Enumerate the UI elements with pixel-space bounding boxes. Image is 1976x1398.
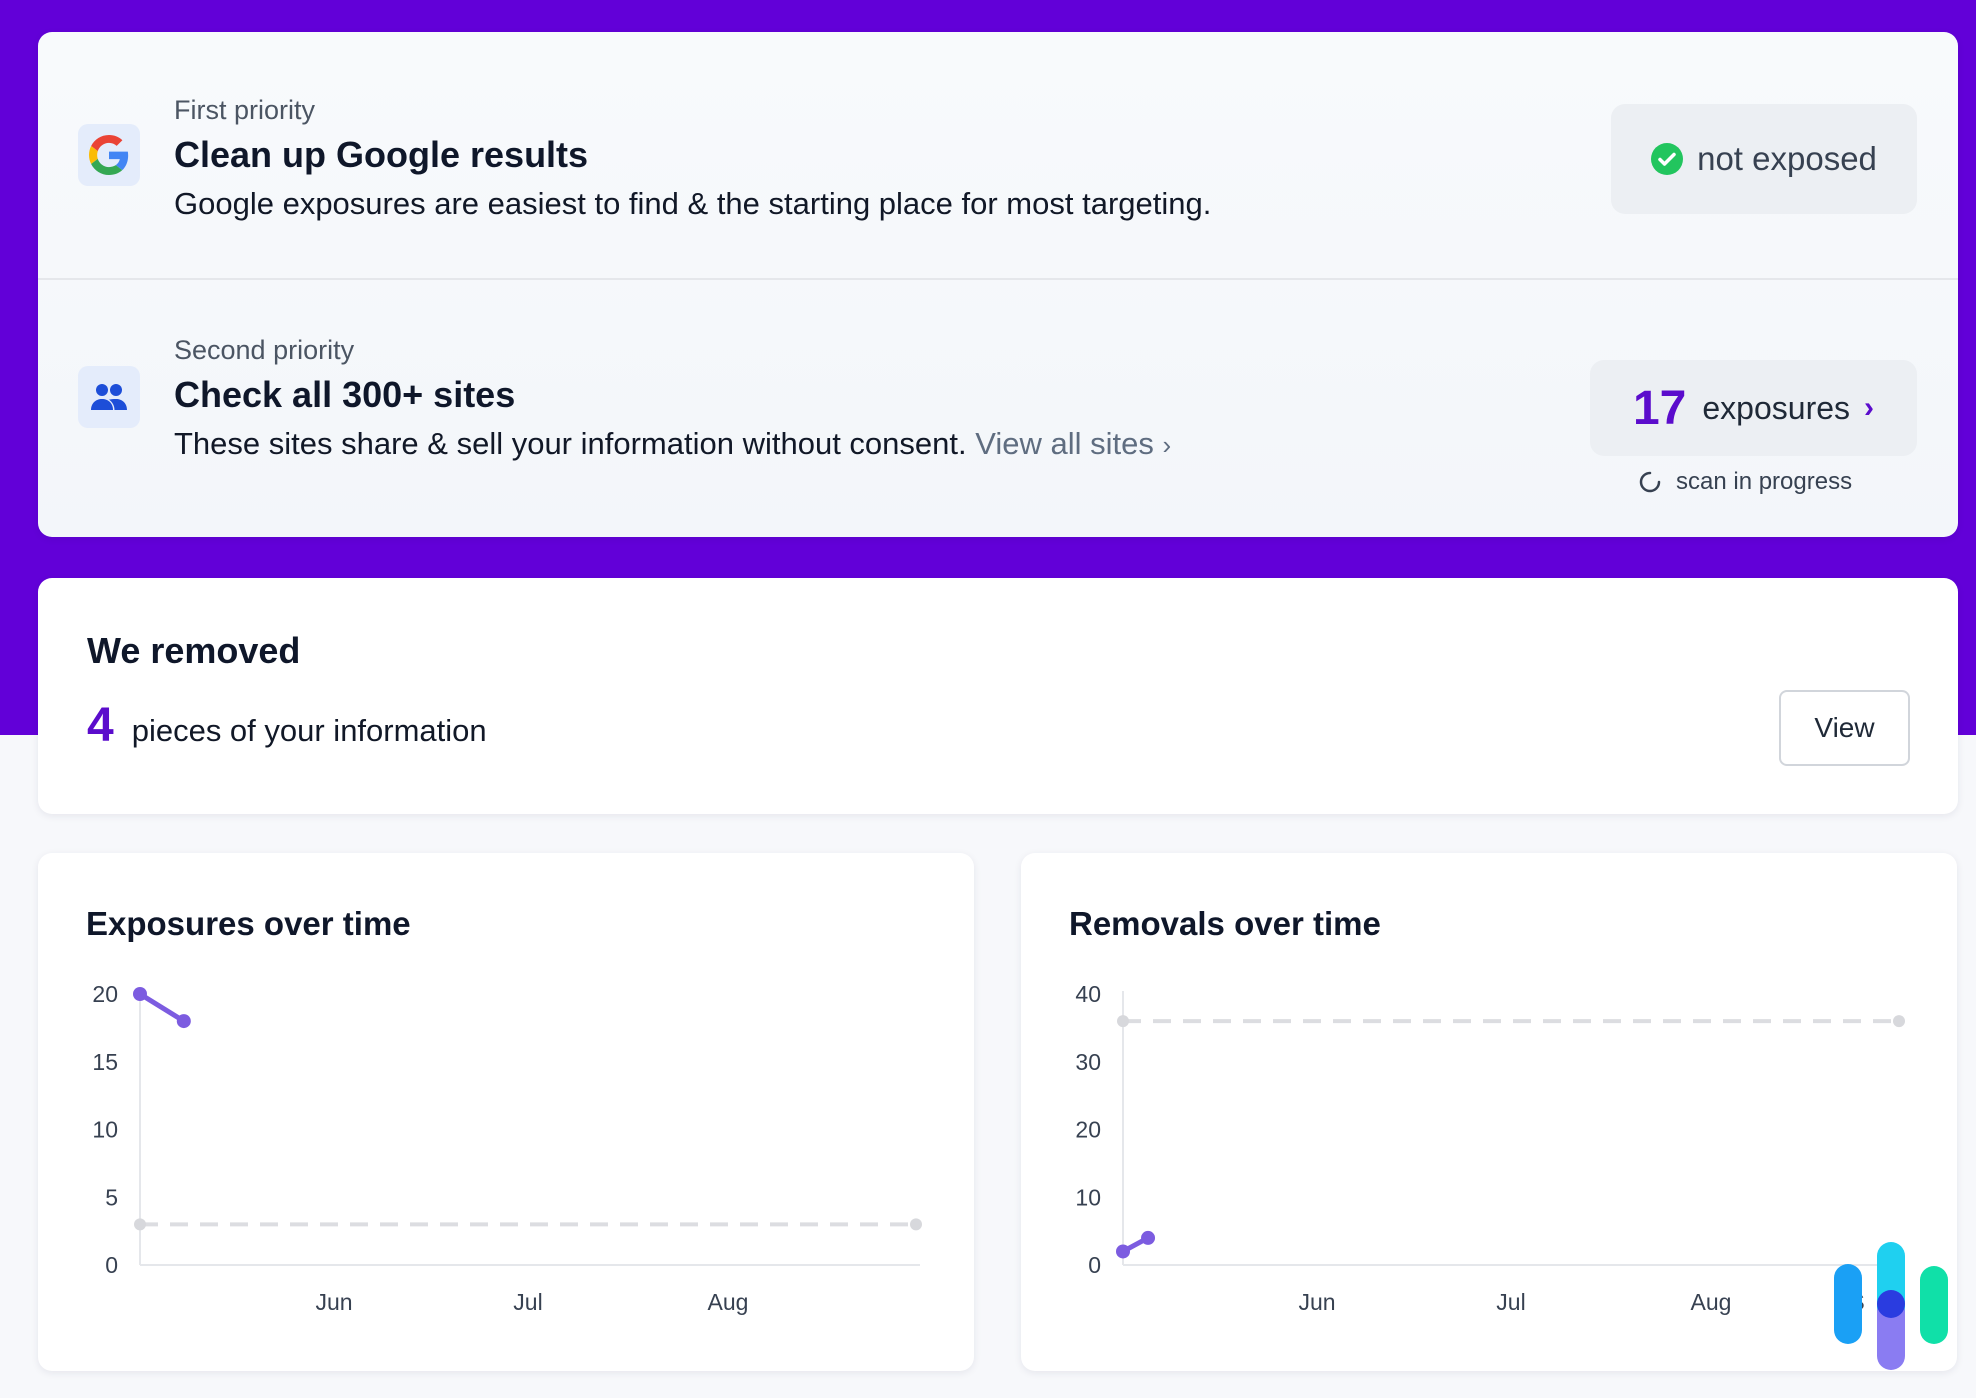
view-all-sites-link[interactable]: View all sites › — [975, 426, 1171, 461]
priority-description: These sites share & sell your informatio… — [174, 422, 1171, 467]
y-tick-label: 40 — [1075, 981, 1101, 1007]
priority-description: Google exposures are easiest to find & t… — [174, 186, 1212, 221]
priority-text: Second priority Check all 300+ sites The… — [174, 332, 1171, 467]
removed-summary: 4 pieces of your information — [87, 698, 487, 753]
x-tick-label: Aug — [1691, 1289, 1732, 1315]
scan-status: scan in progress — [1638, 468, 1852, 496]
reference-point — [910, 1218, 922, 1231]
google-icon — [78, 124, 140, 186]
priority-title: Check all 300+ sites — [174, 374, 516, 415]
y-tick-label: 0 — [105, 1252, 118, 1278]
chevron-right-icon: › — [1864, 391, 1875, 424]
status-text: not exposed — [1697, 140, 1877, 177]
data-point — [1141, 1230, 1156, 1245]
y-tick-label: 0 — [1088, 1252, 1101, 1278]
check-circle-icon — [1651, 143, 1684, 175]
spinner-icon — [1639, 471, 1661, 493]
people-icon — [78, 366, 140, 428]
exposures-chart: 0 5 10 15 20 Jun Jul Aug — [92, 981, 922, 1315]
removals-chart-card: Removals over time 010203040JunJulAugS — [1021, 853, 1957, 1371]
x-tick-label: Jul — [513, 1289, 542, 1315]
x-tick-label: Jun — [1298, 1289, 1335, 1315]
y-tick-label: 5 — [105, 1184, 118, 1210]
priority-row-sites[interactable]: Second priority Check all 300+ sites The… — [38, 280, 1958, 537]
data-point — [176, 1014, 191, 1029]
removed-text: pieces of your information — [131, 713, 487, 748]
y-tick-label: 15 — [92, 1049, 118, 1075]
y-tick-label: 20 — [1075, 1117, 1101, 1143]
x-tick-label: Aug — [708, 1289, 749, 1315]
description-text: These sites share & sell your informatio… — [174, 426, 967, 461]
exposures-chart-card: Exposures over time 0 5 10 15 20 Jun Jul Aug — [38, 853, 974, 1371]
y-tick-label: 20 — [92, 981, 118, 1007]
data-point — [1116, 1244, 1130, 1259]
y-tick-label: 10 — [92, 1117, 118, 1143]
scan-text: scan in progress — [1676, 468, 1853, 495]
priority-card: First priority Clean up Google results G… — [38, 32, 1958, 537]
series-line — [137, 991, 187, 1024]
removed-card: We removed 4 pieces of your information … — [38, 578, 1958, 814]
removed-count: 4 — [87, 699, 114, 752]
data-point — [133, 987, 147, 1001]
x-tick-label: Jun — [315, 1289, 352, 1315]
priority-label: First priority — [174, 95, 315, 125]
status-badge: not exposed — [1611, 104, 1917, 214]
reference-point — [134, 1218, 146, 1231]
y-tick-label: 10 — [1075, 1184, 1101, 1210]
priority-label: Second priority — [174, 335, 355, 365]
exposures-count: 17 — [1632, 381, 1687, 435]
exposures-label: exposures — [1702, 389, 1851, 426]
chevron-right-icon: › — [1162, 430, 1172, 460]
reference-point — [1893, 1015, 1905, 1028]
y-tick-label: 30 — [1075, 1049, 1101, 1075]
priority-text: First priority Clean up Google results G… — [174, 92, 1211, 226]
x-tick-label: Jul — [1496, 1289, 1525, 1315]
removals-chart: 010203040JunJulAugS — [1075, 981, 1905, 1315]
reference-point — [1117, 1015, 1129, 1028]
priority-row-google[interactable]: First priority Clean up Google results G… — [38, 32, 1958, 280]
view-all-sites-label[interactable]: View all sites — [975, 426, 1154, 461]
brand-logo-icon — [1834, 1242, 1948, 1370]
exposures-button[interactable]: 17 exposures › — [1590, 360, 1917, 456]
removed-title: We removed — [87, 630, 301, 671]
view-button[interactable]: View — [1779, 690, 1910, 766]
priority-title: Clean up Google results — [174, 134, 589, 175]
